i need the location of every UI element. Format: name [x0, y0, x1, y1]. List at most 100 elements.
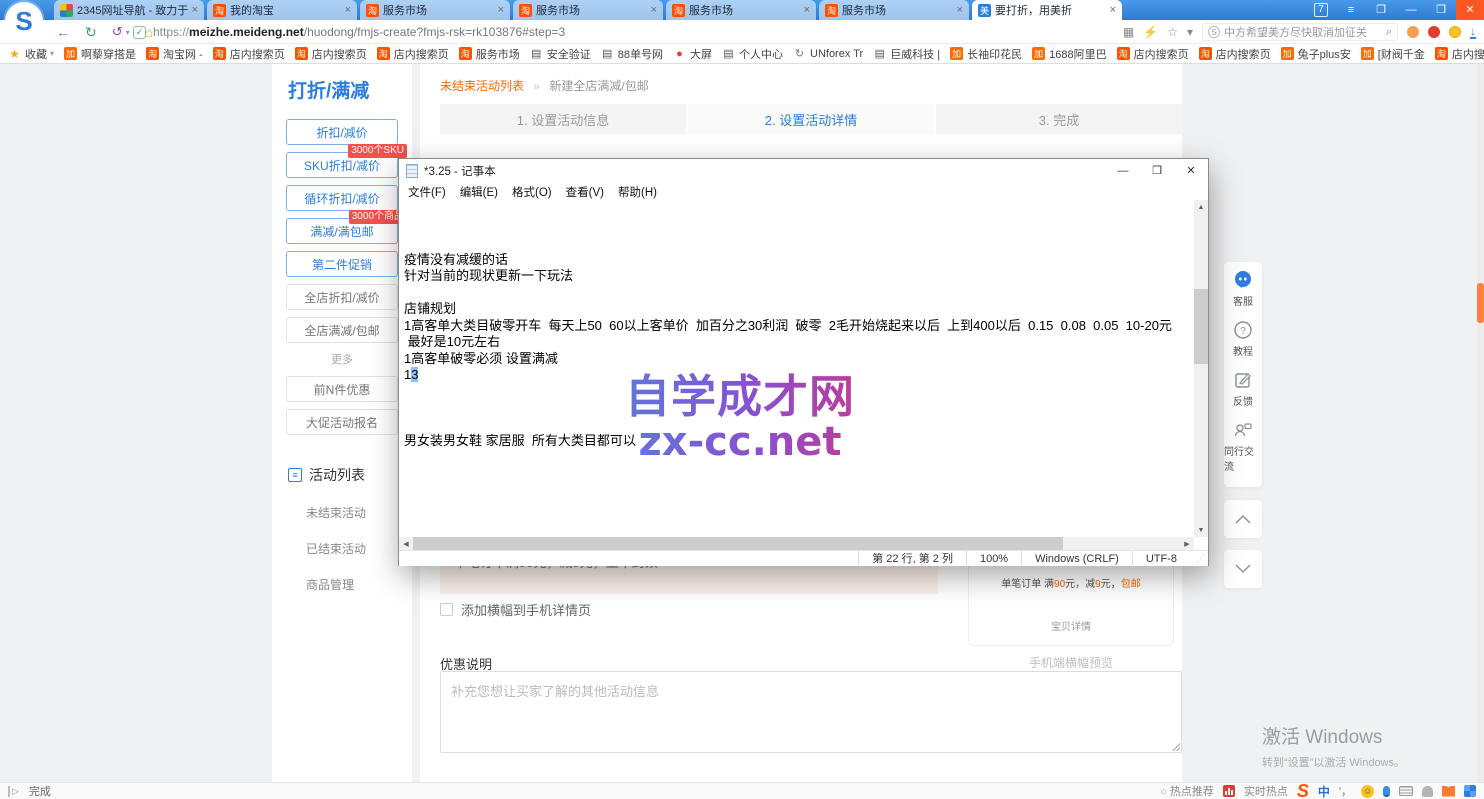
peer-chat-button[interactable]: 同行交流 — [1224, 420, 1262, 473]
tab-close-icon[interactable]: × — [804, 4, 810, 16]
notepad-vscroll-thumb[interactable] — [1194, 289, 1208, 364]
sidebar-button[interactable]: 折扣/减价 — [286, 119, 398, 145]
notepad-minimize-button[interactable]: — — [1106, 159, 1140, 183]
browser-tab[interactable]: 我的淘宝 × — [207, 0, 357, 20]
notepad-vscrollbar[interactable]: ▲ ▼ — [1194, 200, 1208, 537]
scroll-down-arrow-icon[interactable]: ▼ — [1194, 523, 1208, 537]
browser-tab[interactable]: 服务市场 × — [513, 0, 663, 20]
caret-icon[interactable]: ▾ — [50, 49, 54, 58]
tab-close-icon[interactable]: × — [345, 4, 351, 16]
scroll-up-arrow-icon[interactable]: ▲ — [1194, 200, 1208, 214]
textarea-resize-grip[interactable] — [1172, 743, 1180, 751]
maximize-button[interactable]: ❒ — [1426, 0, 1456, 20]
tab-close-icon[interactable]: × — [957, 4, 963, 16]
keyboard-icon[interactable] — [1399, 786, 1413, 796]
undo-icon[interactable]: ↺ — [112, 24, 123, 40]
bookmark-item[interactable]: 店内搜索页 — [1199, 46, 1271, 62]
scroll-right-arrow-icon[interactable]: ▶ — [1180, 537, 1194, 550]
notepad-menu-item[interactable]: 文件(F) — [401, 183, 453, 200]
account-icon[interactable] — [1407, 26, 1419, 38]
sidebar-button[interactable]: 更多 — [286, 350, 398, 368]
sidebar-button[interactable]: 全店折扣/减价 — [286, 284, 398, 310]
sidebar-list-item[interactable]: 商品管理 — [306, 576, 412, 593]
sidebar-button[interactable]: 大促活动报名 — [286, 409, 398, 435]
notepad-menu-item[interactable]: 格式(O) — [505, 183, 559, 200]
refresh-icon[interactable]: ↻ — [85, 24, 97, 41]
checkbox[interactable] — [440, 603, 453, 616]
notepad-maximize-button[interactable]: ❒ — [1140, 159, 1174, 183]
bookmark-item[interactable]: [财阀千金 — [1361, 46, 1425, 62]
notepad-menu-item[interactable]: 查看(V) — [559, 183, 611, 200]
bookmark-item[interactable]: 服务市场 — [459, 46, 520, 62]
flash-icon[interactable]: ⚡ — [1143, 25, 1158, 39]
search-input[interactable]: S 中方希望美方尽快取消加征关 ⌕ — [1202, 23, 1398, 41]
security-shield-icon[interactable]: ✓ — [133, 26, 146, 39]
tutorial-button[interactable]: ? 教程 — [1224, 320, 1262, 358]
browser-menu-icon[interactable]: ≡ — [1336, 0, 1366, 20]
qr-code-icon[interactable]: ▦ — [1123, 25, 1134, 39]
ime-punctuation-toggle[interactable]: '， — [1339, 783, 1352, 799]
sidebar-list-item[interactable]: 已结束活动 — [306, 540, 412, 557]
sogou-ime-icon[interactable]: S — [1297, 781, 1309, 799]
apple-icon[interactable] — [1428, 26, 1440, 38]
bookmark-item[interactable]: 个人中心 — [722, 46, 783, 62]
bookmark-item[interactable]: 兔子plus安 — [1281, 46, 1351, 62]
sidebar-button[interactable]: 循环折扣/减价 — [286, 185, 398, 211]
side-panel-toggle-icon[interactable]: ▷ — [8, 786, 19, 797]
browser-tab[interactable]: 要打折，用美折 × — [972, 0, 1122, 20]
sidebar-button[interactable]: 满减/满包邮 3000个商品 — [286, 218, 398, 244]
note-textarea[interactable] — [440, 671, 1182, 753]
breadcrumb-link[interactable]: 未结束活动列表 — [440, 79, 524, 93]
bookmark-item[interactable]: 店内搜索页 — [295, 46, 367, 62]
scroll-bottom-button[interactable] — [1224, 550, 1262, 588]
notepad-titlebar[interactable]: *3.25 - 记事本 — ❒ ✕ — [399, 159, 1208, 183]
realtime-hot-link[interactable]: 实时热点 — [1244, 783, 1288, 799]
browser-tab[interactable]: 服务市场 × — [819, 0, 969, 20]
user-icon[interactable] — [1422, 786, 1433, 797]
bookmark-item[interactable]: 店内搜索页 — [213, 46, 285, 62]
bookmark-item[interactable]: 收藏 ▾ — [8, 46, 54, 62]
feedback-button[interactable]: 反馈 — [1224, 370, 1262, 408]
sidebar-list-item[interactable]: 未结束活动 — [306, 504, 412, 521]
browser-tab[interactable]: 2345网址导航 - 致力于 × — [54, 0, 204, 20]
toolbox-grid-icon[interactable] — [1464, 785, 1476, 797]
bookmark-item[interactable]: 店内搜索页 — [1117, 46, 1189, 62]
notepad-menu-item[interactable]: 帮助(H) — [611, 183, 664, 200]
close-button[interactable]: ✕ — [1456, 0, 1484, 20]
emoji-icon[interactable] — [1449, 26, 1461, 38]
sidebar-button[interactable]: 前N件优惠 — [286, 376, 398, 402]
hot-chart-icon[interactable] — [1223, 785, 1235, 797]
ime-language-toggle[interactable]: 中 — [1318, 783, 1330, 799]
browser-tab[interactable]: 服务市场 × — [360, 0, 510, 20]
sidebar-button[interactable]: SKU折扣/减价 3000个SKU — [286, 152, 398, 178]
notepad-hscrollbar[interactable]: ◀ ▶ — [399, 537, 1194, 550]
bookmark-item[interactable]: 巨威科技 | — [873, 46, 940, 62]
notepad-hscroll-thumb[interactable] — [413, 537, 1063, 550]
emoji-picker-icon[interactable]: ☺ — [1361, 785, 1374, 798]
bookmark-item[interactable]: 店内搜索页 — [377, 46, 449, 62]
bookmark-item[interactable]: 88单号网 — [601, 46, 663, 62]
bookmark-item[interactable]: 淘宝网 - — [146, 46, 203, 62]
search-icon[interactable]: ⌕ — [1386, 26, 1392, 39]
favorite-star-icon[interactable]: ☆ — [1167, 25, 1178, 39]
hot-recommend-link[interactable]: 热点推荐 — [1160, 783, 1214, 799]
tab-close-icon[interactable]: × — [1110, 4, 1116, 16]
panel-icon[interactable]: ❐ — [1366, 0, 1396, 20]
bookmark-item[interactable]: 店内搜索页 — [1435, 46, 1484, 62]
sidebar-button[interactable]: 第二件促销 — [286, 251, 398, 277]
bookmark-item[interactable]: 啊藜穿搭是 — [64, 46, 136, 62]
address-bar[interactable]: ✓ https://meizhe.meideng.net/huodong/fmj… — [122, 22, 1102, 42]
sidebar-button[interactable]: 全店满减/包邮 — [286, 317, 398, 343]
page-scrollbar-thumb[interactable] — [1477, 283, 1484, 323]
page-scrollbar[interactable] — [1477, 64, 1484, 782]
download-icon[interactable]: ↓ — [1470, 26, 1476, 39]
tab-close-icon[interactable]: × — [651, 4, 657, 16]
minimize-button[interactable]: — — [1396, 0, 1426, 20]
customer-service-button[interactable]: 客服 — [1224, 270, 1262, 308]
notepad-text-area[interactable]: 疫情没有减缓的话针对当前的现状更新一下玩法店铺规划1高客单大类目破零开车 每天上… — [399, 200, 1208, 537]
notepad-menu-item[interactable]: 编辑(E) — [453, 183, 505, 200]
tab-close-icon[interactable]: × — [498, 4, 504, 16]
tab-close-icon[interactable]: × — [192, 4, 198, 16]
microphone-icon[interactable] — [1383, 786, 1390, 797]
notepad-close-button[interactable]: ✕ — [1174, 159, 1208, 183]
